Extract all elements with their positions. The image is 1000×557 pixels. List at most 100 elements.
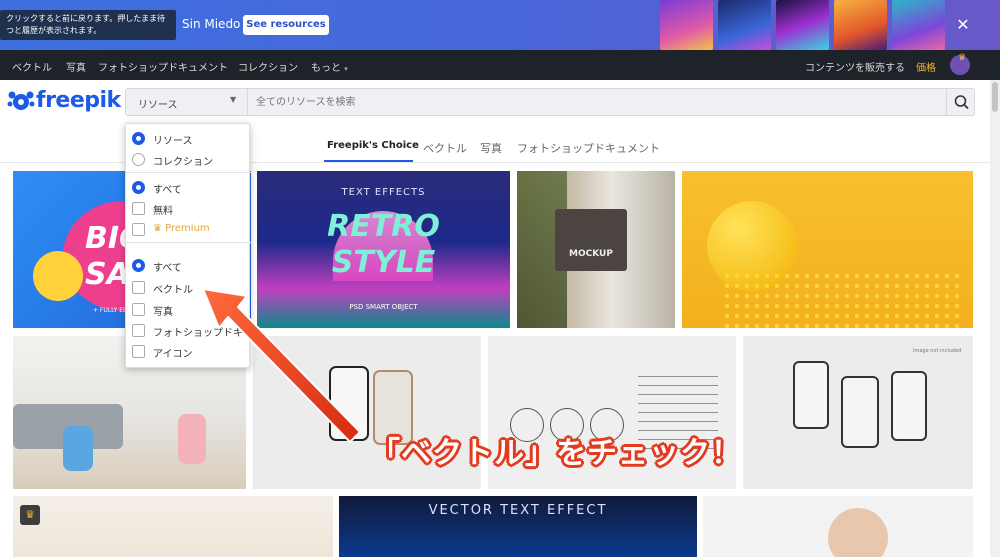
close-icon[interactable]: ✕ [952,14,974,36]
nav-item-photos[interactable]: 写真 [66,59,86,74]
resource-type-label: リソース [138,100,178,111]
gallery-item-vector-text-effect[interactable]: VECTOR TEXT EFFECT [339,496,697,557]
retro-caption: PSD SMART OBJECT [349,303,418,311]
dropdown-divider [126,172,251,173]
crown-icon: ♛ [20,505,40,525]
top-nav: ベクトル 写真 フォトショップドキュメント コレクション もっと ▾ コンテンツ… [0,50,1000,80]
gallery-item-woman-portrait[interactable] [703,496,973,557]
option-free-label: 無料 [153,206,173,217]
option-collections[interactable]: コレクション [126,151,251,169]
gallery-item-premium-gold[interactable] [13,496,333,557]
banner-poster [834,0,887,50]
option-license-all-label: すべて [153,185,182,196]
resource-type-dropdown: リソース コレクション すべて 無料 ♛ Premium すべて ベクトル 写真… [125,123,251,368]
retro-line1: RETRO [327,209,440,244]
gallery-item-smiley-balls[interactable] [682,171,973,328]
gallery-item-mockup-sign[interactable]: MOCKUP [517,171,675,328]
banner-text: Sin Miedo [182,17,241,31]
radio-resources[interactable] [132,132,145,145]
option-icons-label: アイコン [153,349,193,360]
option-resources-label: リソース [153,136,193,147]
chevron-down-icon: ▼ [230,95,237,104]
search-button[interactable] [946,89,975,115]
phone-mockup [841,376,879,448]
tile-blob [33,251,83,301]
phone-mockup [891,371,927,441]
vector-effect-header: VECTOR TEXT EFFECT [428,503,608,518]
nav-item-vectors[interactable]: ベクトル [12,59,52,74]
dropdown-divider [126,242,251,243]
option-collections-label: コレクション [153,157,213,168]
banner-poster [718,0,771,50]
resource-type-select[interactable]: リソース ▼ [126,89,248,115]
search-input[interactable] [256,89,936,115]
mockup-sign-text: MOCKUP [569,249,613,259]
mockup-note: Image not included [913,348,962,354]
checkbox-vectors[interactable] [132,281,145,294]
checkbox-free[interactable] [132,202,145,215]
option-photos-label: 写真 [153,307,173,318]
nav-item-collections[interactable]: コレクション [238,59,298,74]
option-vectors[interactable]: ベクトル [126,279,251,297]
freepik-logo-icon[interactable] [6,88,36,114]
see-resources-button[interactable]: See resources [243,15,329,35]
radio-collections[interactable] [132,153,145,166]
checkbox-photos[interactable] [132,303,145,316]
page-scrollbar[interactable] [990,80,1000,557]
tab-vectors[interactable]: ベクトル [423,140,467,156]
search-bar: リソース ▼ [125,88,975,116]
option-icons[interactable]: アイコン [126,343,251,361]
phone-mockup [793,361,829,429]
browser-page: Sin Miedo See resources ✕ クリックすると前に戻ります。… [0,0,1000,557]
back-button-tooltip: クリックすると前に戻ります。押したまま待つと履歴が表示されます。 [0,10,176,40]
checkbox-premium[interactable] [132,223,145,236]
chevron-down-icon: ▾ [344,65,348,73]
tab-freepiks-choice[interactable]: Freepik's Choice [327,140,419,151]
checkbox-icons[interactable] [132,345,145,358]
option-psd-label: フォトショップドキュメント [153,328,251,339]
promo-banner: Sin Miedo See resources ✕ クリックすると前に戻ります。… [0,0,1000,50]
child-figure [178,414,206,464]
nav-more-label: もっと [311,63,341,74]
gallery-item-phones-mockup[interactable]: Image not included [743,336,973,489]
search-icon [954,95,969,110]
option-photos[interactable]: 写真 [126,301,251,319]
retro-line2: STYLE [331,245,436,280]
option-premium-label: ♛ Premium [153,223,210,234]
option-premium[interactable]: ♛ Premium [126,221,251,239]
option-license-all[interactable]: すべて [126,179,251,197]
retro-header: TEXT EFFECTS [341,187,426,198]
sell-content-link[interactable]: コンテンツを販売する [805,59,905,74]
premium-text: Premium [165,223,210,234]
option-type-all[interactable]: すべて [126,257,251,275]
option-type-all-label: すべて [153,263,182,274]
radio-license-all[interactable] [132,181,145,194]
gallery-item-retro-style[interactable]: TEXT EFFECTS RETRO STYLE PSD SMART OBJEC… [257,171,510,328]
radio-type-all[interactable] [132,259,145,272]
freepik-logo-text[interactable]: freepik [36,88,121,113]
option-vectors-label: ベクトル [153,285,193,296]
banner-poster [660,0,713,50]
tab-psd[interactable]: フォトショップドキュメント [517,140,660,156]
option-psd[interactable]: フォトショップドキュメント [126,322,251,340]
nav-item-more[interactable]: もっと ▾ [311,59,348,74]
banner-poster [776,0,829,50]
crown-icon: ♛ [958,53,967,63]
phone-mockup [329,366,369,441]
small-balls [722,271,962,328]
checkbox-psd[interactable] [132,324,145,337]
scrollbar-thumb[interactable] [992,82,998,112]
pricing-link[interactable]: 価格 [916,59,936,74]
option-resources[interactable]: リソース [126,130,251,148]
nav-item-psd[interactable]: フォトショップドキュメント [98,59,228,74]
option-free[interactable]: 無料 [126,200,251,218]
banner-poster [892,0,945,50]
child-figure [63,426,93,471]
big-sale-line2: SA [85,257,130,292]
portrait-face [828,508,888,557]
tab-photos[interactable]: 写真 [480,140,502,156]
annotation-callout: 「ベクトル」をチェック！ [370,436,742,471]
crown-icon: ♛ [153,223,162,234]
mockup-sign: MOCKUP [555,209,627,271]
banner-posters [660,0,945,50]
